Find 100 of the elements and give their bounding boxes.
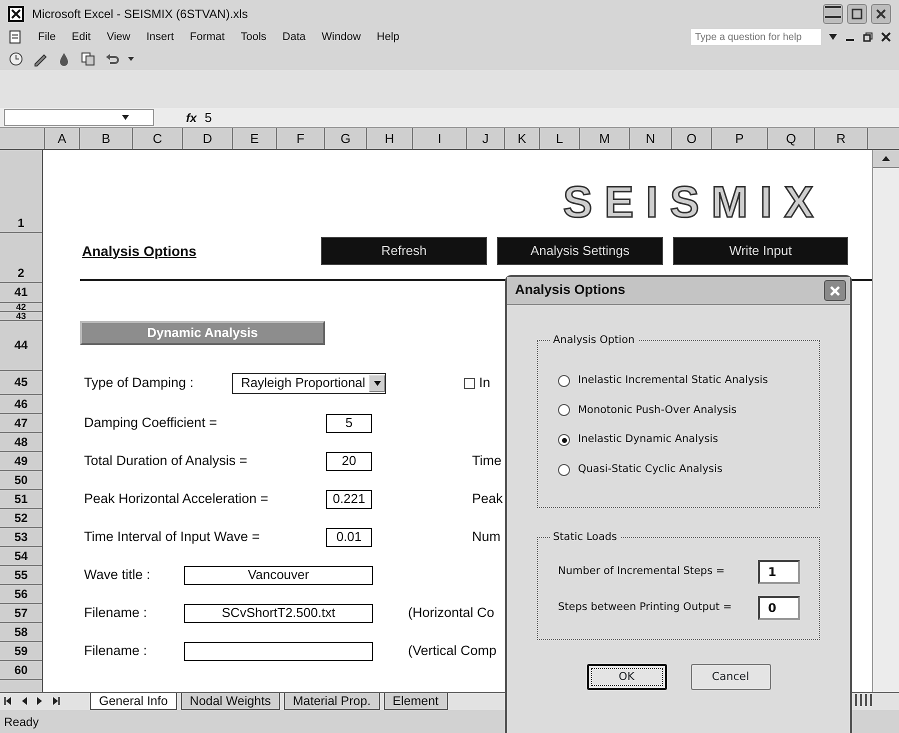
field-label: Steps between Printing Output = bbox=[558, 600, 733, 615]
field-label: Total Duration of Analysis = bbox=[84, 452, 248, 470]
column-header[interactable]: P bbox=[712, 128, 768, 149]
input-cell[interactable]: 5 bbox=[326, 414, 372, 433]
action-button[interactable]: Refresh bbox=[321, 237, 487, 265]
column-header[interactable]: N bbox=[630, 128, 672, 149]
sheet-tab[interactable]: Material Prop. bbox=[284, 693, 380, 710]
column-header[interactable]: B bbox=[80, 128, 133, 149]
menu-item[interactable]: Tools bbox=[240, 28, 266, 46]
row-header[interactable]: 42 bbox=[0, 303, 42, 312]
menu-item[interactable]: Help bbox=[376, 28, 400, 46]
maximize-button[interactable] bbox=[847, 4, 867, 24]
menu-item[interactable]: File bbox=[38, 28, 56, 46]
column-header[interactable]: A bbox=[45, 128, 80, 149]
field-label: Time Interval of Input Wave = bbox=[84, 528, 261, 546]
group-title: Static Loads bbox=[552, 530, 618, 545]
menu-item[interactable]: Insert bbox=[146, 28, 174, 46]
column-header[interactable]: L bbox=[540, 128, 580, 149]
section-heading: Analysis Options bbox=[82, 242, 198, 261]
input-cell[interactable]: Vancouver bbox=[184, 566, 373, 585]
row-header[interactable]: 60 bbox=[0, 661, 42, 680]
menu-item[interactable]: Data bbox=[282, 28, 306, 46]
dialog-button[interactable]: OK bbox=[586, 664, 666, 690]
sheet-tab[interactable]: Element bbox=[384, 693, 448, 710]
row-header[interactable]: 41 bbox=[0, 283, 42, 303]
checkbox-label: In bbox=[479, 374, 490, 392]
menu-item[interactable]: Window bbox=[322, 28, 361, 46]
input-cell[interactable]: 20 bbox=[326, 452, 372, 471]
input-cell[interactable]: 0.01 bbox=[326, 528, 372, 547]
logo-text: SEISMIX bbox=[563, 181, 826, 225]
checkbox[interactable] bbox=[464, 378, 475, 388]
radio-option[interactable]: Inelastic Dynamic Analysis bbox=[558, 432, 819, 448]
row-header[interactable]: 49 bbox=[0, 452, 42, 471]
row-header[interactable]: 44 bbox=[0, 321, 42, 371]
column-header[interactable]: Q bbox=[768, 128, 815, 149]
first-sheet-icon[interactable] bbox=[4, 697, 12, 705]
row-header[interactable]: 55 bbox=[0, 566, 42, 585]
column-header[interactable]: C bbox=[133, 128, 183, 149]
minimize-button[interactable] bbox=[823, 4, 843, 24]
dialog-button[interactable]: Cancel bbox=[690, 664, 770, 690]
column-header[interactable]: M bbox=[580, 128, 630, 149]
column-header[interactable]: J bbox=[467, 128, 505, 149]
vertical-scrollbar[interactable] bbox=[872, 150, 899, 692]
row-header[interactable]: 52 bbox=[0, 509, 42, 528]
row-header[interactable]: 54 bbox=[0, 547, 42, 566]
row-header[interactable]: 2 bbox=[0, 233, 42, 283]
action-button[interactable]: Analysis Settings bbox=[497, 237, 663, 265]
menu-item[interactable]: View bbox=[106, 28, 130, 46]
caret-icon bbox=[122, 115, 129, 120]
caret-icon[interactable] bbox=[128, 56, 134, 60]
column-header[interactable]: K bbox=[505, 128, 540, 149]
damping-dropdown[interactable]: Rayleigh Proportional bbox=[232, 372, 386, 394]
row-header[interactable]: 47 bbox=[0, 414, 42, 433]
row-header[interactable]: 51 bbox=[0, 490, 42, 509]
column-header[interactable]: E bbox=[233, 128, 277, 149]
scroll-up-button[interactable] bbox=[873, 150, 899, 168]
row-header[interactable]: 56 bbox=[0, 585, 42, 604]
restore-icon[interactable] bbox=[863, 32, 873, 42]
column-header[interactable]: D bbox=[183, 128, 233, 149]
row-header[interactable]: 45 bbox=[0, 371, 42, 395]
input-cell[interactable] bbox=[184, 642, 373, 661]
column-header[interactable]: R bbox=[815, 128, 868, 149]
close-icon[interactable] bbox=[881, 32, 891, 42]
previous-sheet-icon[interactable] bbox=[20, 697, 28, 705]
radio-option[interactable]: Quasi-Static Cyclic Analysis bbox=[558, 462, 819, 478]
clock-icon[interactable] bbox=[8, 50, 24, 66]
last-sheet-icon[interactable] bbox=[52, 697, 60, 705]
row-header[interactable]: 53 bbox=[0, 528, 42, 547]
close-button[interactable] bbox=[871, 4, 891, 24]
row-header[interactable]: 59 bbox=[0, 642, 42, 661]
row-header[interactable]: 1 bbox=[0, 150, 42, 233]
column-header[interactable]: O bbox=[672, 128, 712, 149]
row-header[interactable]: 57 bbox=[0, 604, 42, 623]
row-header[interactable]: 43 bbox=[0, 312, 42, 321]
sheet-tab[interactable]: Nodal Weights bbox=[180, 693, 280, 710]
menu-item[interactable]: Edit bbox=[72, 28, 91, 46]
field-note: (Horizontal Co bbox=[408, 604, 494, 622]
column-header[interactable]: G bbox=[325, 128, 367, 149]
number-field[interactable]: 1 bbox=[758, 560, 800, 584]
name-box[interactable] bbox=[4, 109, 154, 126]
help-search-field[interactable]: Type a question for help bbox=[691, 29, 821, 45]
close-button[interactable] bbox=[824, 280, 846, 301]
radio-option[interactable]: Monotonic Push-Over Analysis bbox=[558, 402, 819, 418]
input-cell[interactable]: SCvShortT2.500.txt bbox=[184, 604, 373, 623]
column-header[interactable]: H bbox=[367, 128, 413, 149]
row-header[interactable]: 58 bbox=[0, 623, 42, 642]
copy-icon[interactable] bbox=[80, 50, 96, 66]
menu-item[interactable]: Format bbox=[190, 28, 225, 46]
row-header[interactable]: 48 bbox=[0, 433, 42, 452]
action-button[interactable]: Write Input bbox=[673, 237, 848, 265]
number-field[interactable]: 0 bbox=[758, 596, 800, 620]
row-header[interactable]: 50 bbox=[0, 471, 42, 490]
caret-icon[interactable] bbox=[829, 34, 837, 40]
column-header[interactable]: F bbox=[277, 128, 325, 149]
row-header[interactable]: 46 bbox=[0, 395, 42, 414]
next-sheet-icon[interactable] bbox=[36, 697, 44, 705]
radio-option[interactable]: Inelastic Incremental Static Analysis bbox=[558, 372, 819, 388]
sheet-tab[interactable]: General Info bbox=[90, 693, 177, 710]
input-cell[interactable]: 0.221 bbox=[326, 490, 372, 509]
column-header[interactable]: I bbox=[413, 128, 467, 149]
